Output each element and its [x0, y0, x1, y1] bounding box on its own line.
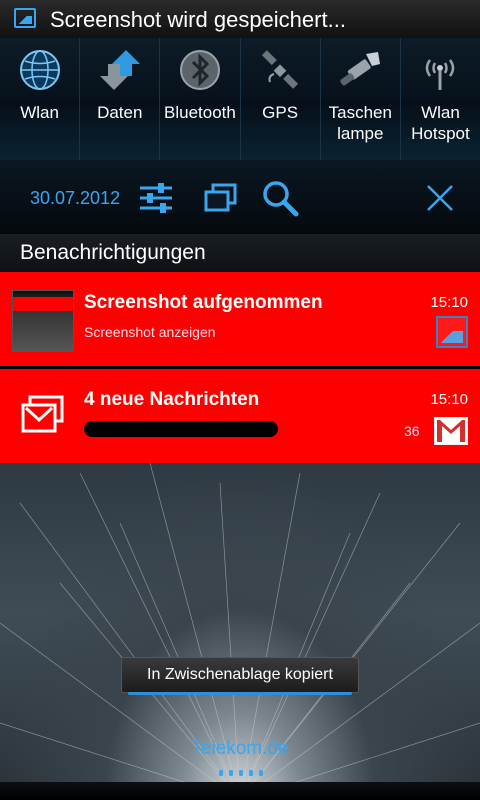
section-title: Benachrichtigungen — [20, 241, 206, 264]
toggle-label: Taschen lampe — [328, 103, 392, 143]
search-icon[interactable] — [260, 178, 300, 218]
wifi-globe-icon — [16, 46, 64, 94]
date-label: 30.07.2012 — [30, 188, 121, 208]
toggle-label: Wlan — [20, 103, 59, 122]
notification-subtitle: Screenshot anzeigen — [84, 324, 216, 340]
gallery-icon — [14, 8, 36, 28]
toggle-gps[interactable]: GPS — [241, 38, 321, 160]
toggle-taschenlampe[interactable]: Taschen lampe — [321, 38, 401, 160]
toggle-wlan[interactable]: Wlan — [0, 38, 81, 160]
status-bar: Screenshot wird gespeichert... — [0, 0, 480, 39]
bottom-bar — [0, 782, 480, 800]
carrier-label: Telekom.de — [191, 738, 289, 759]
toggle-label: GPS — [262, 103, 299, 122]
satellite-icon — [256, 46, 304, 94]
notification-time: 15:10 — [430, 391, 468, 408]
toggle-label: Daten — [97, 103, 143, 122]
settings-sliders-icon[interactable] — [136, 178, 176, 218]
message-count: 36 — [404, 423, 420, 439]
toggle-bluetooth[interactable]: Bluetooth — [160, 38, 241, 160]
toggle-label: Wlan Hotspot — [411, 103, 470, 143]
flashlight-icon — [336, 46, 384, 94]
toggle-wlan-hotspot[interactable]: Wlan Hotspot — [401, 38, 480, 160]
toggle-daten[interactable]: Daten — [80, 38, 161, 160]
notification-time: 15:10 — [430, 294, 468, 311]
toggle-label: Bluetooth — [164, 103, 236, 122]
notification-title: Screenshot aufgenommen — [84, 292, 323, 313]
gallery-icon — [436, 316, 468, 348]
hotspot-icon — [416, 46, 464, 94]
gmail-icon — [20, 395, 66, 435]
notification-screenshot[interactable]: Screenshot aufgenommen Screenshot anzeig… — [0, 272, 480, 366]
tools-row: 30.07.2012 — [0, 160, 480, 234]
redacted-preview — [84, 421, 278, 437]
toast-text: In Zwischenablage kopiert — [147, 666, 333, 683]
notification-gmail[interactable]: 4 neue Nachrichten 15:10 36 — [0, 369, 480, 463]
bluetooth-icon — [176, 46, 224, 94]
section-header: Benachrichtigungen — [0, 234, 480, 272]
close-icon[interactable] — [420, 178, 460, 218]
windows-icon[interactable] — [200, 178, 240, 218]
notification-title: 4 neue Nachrichten — [84, 389, 260, 410]
toast: In Zwischenablage kopiert — [121, 657, 359, 695]
screenshot-thumbnail — [12, 290, 74, 352]
gmail-icon — [434, 417, 468, 445]
status-text: Screenshot wird gespeichert... — [50, 7, 346, 32]
data-arrows-icon — [96, 46, 144, 94]
quick-toggles: Wlan Daten Bluetooth GPS Taschen lampe W… — [0, 38, 480, 160]
drag-handle[interactable] — [215, 767, 265, 781]
